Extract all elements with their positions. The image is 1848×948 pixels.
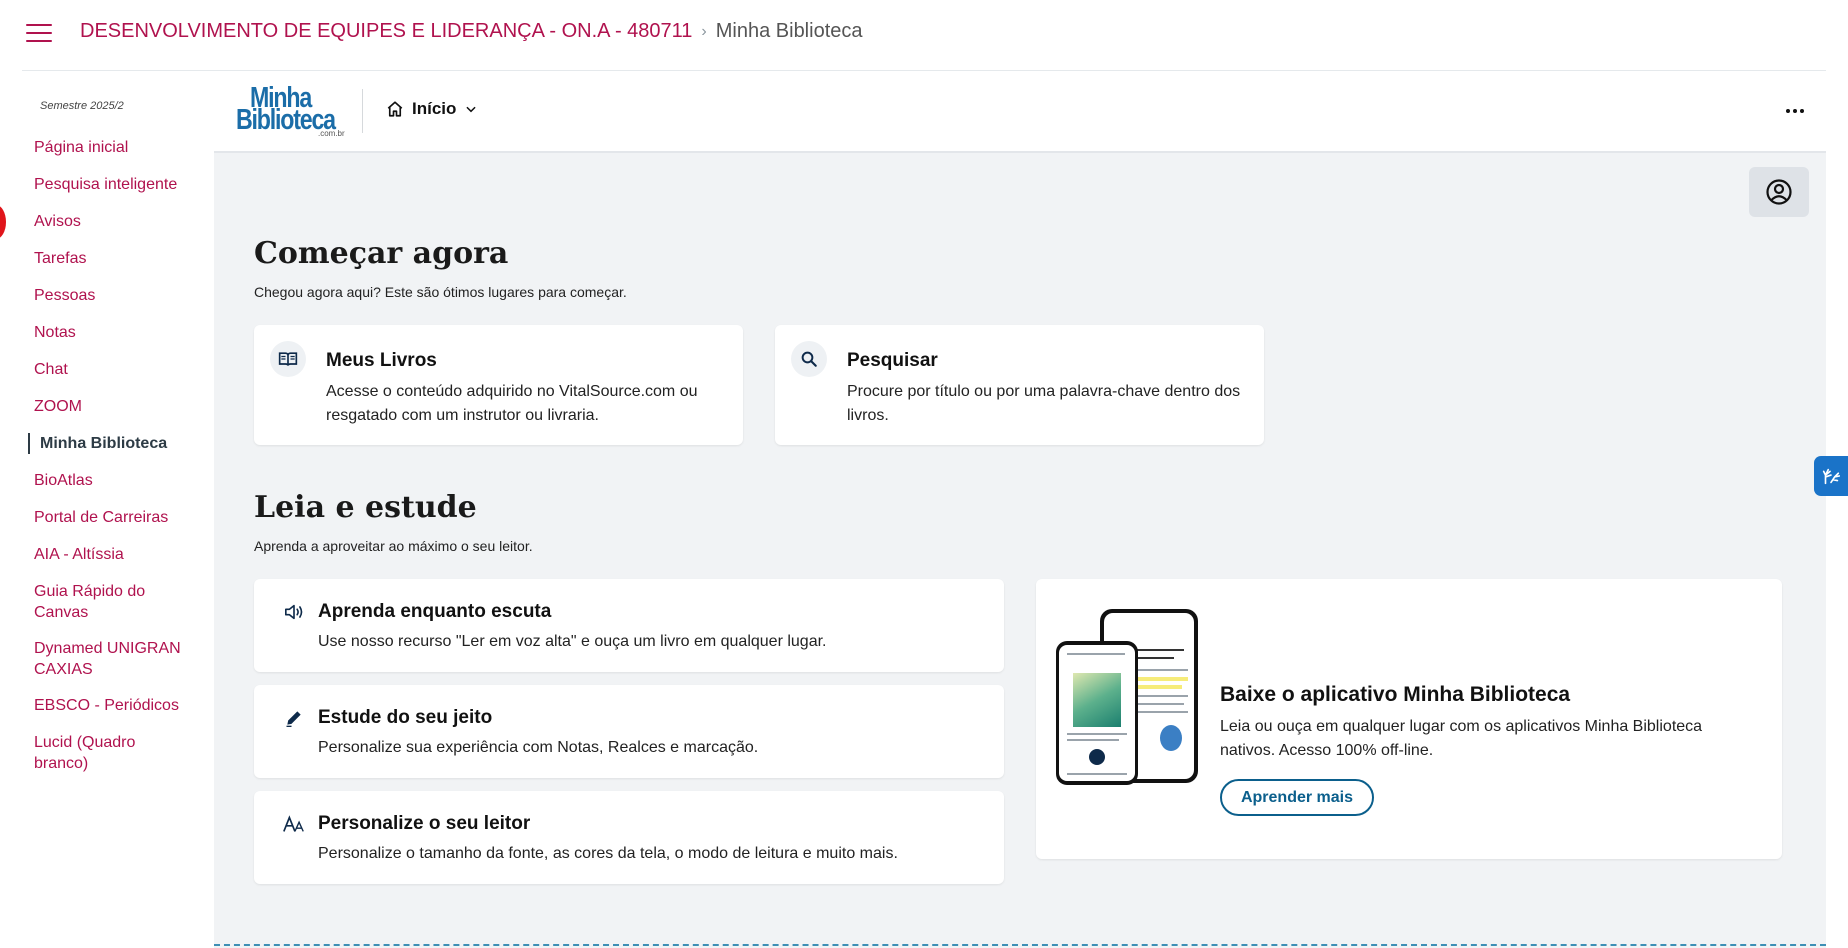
card-pesquisar[interactable]: Pesquisar Procure por título ou por uma …	[775, 325, 1264, 445]
card-title: Pesquisar	[847, 350, 938, 371]
feature-estude-do-seu-jeito[interactable]: Estude do seu jeito Personalize sua expe…	[254, 685, 1004, 778]
start-section-title: Começar agora	[254, 236, 509, 271]
feature-title: Aprenda enquanto escuta	[318, 601, 552, 622]
promo-description: Leia ou ouça em qualquer lugar com os ap…	[1220, 715, 1720, 763]
nav-item-notas[interactable]: Notas	[22, 322, 212, 343]
global-header: DESENVOLVIMENTO DE EQUIPES E LIDERANÇA -…	[0, 0, 1848, 70]
card-description: Procure por título ou por uma palavra-ch…	[847, 380, 1240, 428]
minha-biblioteca-logo[interactable]: Minha Biblioteca .com.br	[236, 83, 346, 141]
pencil-icon	[282, 707, 306, 729]
nav-item-guia-rapido[interactable]: Guia Rápido do Canvas	[22, 581, 154, 623]
feature-title: Estude do seu jeito	[318, 707, 493, 728]
nav-item-avisos[interactable]: Avisos	[22, 211, 212, 232]
nav-item-portal-de-carreiras[interactable]: Portal de Carreiras	[22, 507, 212, 528]
nav-item-bioatlas[interactable]: BioAtlas	[22, 470, 212, 491]
breadcrumb-current: Minha Biblioteca	[715, 20, 863, 42]
course-navigation: Semestre 2025/2 Página inicial Pesquisa …	[22, 71, 212, 948]
nav-item-tarefas[interactable]: Tarefas	[22, 248, 212, 269]
nav-item-aia-altissia[interactable]: AIA - Altíssia	[22, 544, 212, 565]
font-size-icon	[282, 813, 306, 835]
hamburger-menu-icon[interactable]	[26, 24, 52, 44]
feature-aprenda-enquanto-escuta[interactable]: Aprenda enquanto escuta Use nosso recurs…	[254, 579, 1004, 672]
promo-title: Baixe o aplicativo Minha Biblioteca	[1220, 683, 1571, 706]
nav-item-pagina-inicial[interactable]: Página inicial	[22, 137, 212, 158]
nav-item-minha-biblioteca[interactable]: Minha Biblioteca	[28, 433, 212, 454]
card-meus-livros[interactable]: Meus Livros Acesse o conteúdo adquirido …	[254, 325, 743, 445]
feature-description: Personalize o tamanho da fonte, as cores…	[318, 845, 898, 862]
term-label: Semestre 2025/2	[40, 100, 124, 112]
nav-item-lucid[interactable]: Lucid (Quadro branco)	[22, 732, 154, 774]
course-nav-list: Página inicial Pesquisa inteligente Avis…	[22, 137, 212, 789]
app-header: Minha Biblioteca .com.br Início	[214, 71, 1826, 153]
user-circle-icon	[1766, 179, 1792, 205]
more-options-icon[interactable]	[1782, 99, 1808, 123]
header-divider-vertical	[362, 89, 363, 133]
app-download-promo: Baixe o aplicativo Minha Biblioteca Leia…	[1036, 579, 1782, 859]
card-description-line: resgatado com um instrutor ou livraria.	[326, 407, 599, 424]
breadcrumb-separator: ›	[701, 23, 707, 40]
search-icon	[791, 341, 827, 377]
nav-item-dynamed[interactable]: Dynamed UNIGRAN CAXIAS	[22, 638, 184, 680]
home-icon	[387, 101, 403, 117]
read-section-title: Leia e estude	[254, 490, 477, 525]
card-description-line: livros.	[847, 407, 889, 424]
feature-description: Use nosso recurso "Ler em voz alta" e ou…	[318, 633, 827, 650]
notification-indicator	[0, 205, 6, 239]
logo-domain: .com.br	[318, 129, 345, 138]
feature-description: Personalize sua experiência com Notas, R…	[318, 739, 759, 756]
breadcrumb: DESENVOLVIMENTO DE EQUIPES E LIDERANÇA -…	[80, 20, 863, 43]
read-section-subtitle: Aprenda a aproveitar ao máximo o seu lei…	[254, 538, 533, 554]
minha-biblioteca-app: Minha Biblioteca .com.br Início Começar …	[214, 71, 1826, 948]
promo-description-line: nativos. Acesso 100% off-line.	[1220, 742, 1434, 759]
nav-item-pesquisa-inteligente[interactable]: Pesquisa inteligente	[22, 174, 212, 195]
feature-personalize-o-seu-leitor[interactable]: Personalize o seu leitor Personalize o t…	[254, 791, 1004, 884]
breadcrumb-course-link[interactable]: DESENVOLVIMENTO DE EQUIPES E LIDERANÇA -…	[80, 20, 692, 42]
card-title: Meus Livros	[326, 350, 437, 371]
start-section-subtitle: Chegou agora aqui? Este são ótimos lugar…	[254, 284, 627, 300]
nav-item-pessoas[interactable]: Pessoas	[22, 285, 212, 306]
learn-more-button[interactable]: Aprender mais	[1220, 779, 1374, 816]
chevron-down-icon	[466, 106, 477, 113]
speaker-icon	[282, 601, 306, 623]
accessibility-sign-language-icon[interactable]	[1814, 456, 1848, 496]
home-dropdown[interactable]: Início	[386, 99, 478, 119]
card-description-line: Acesse o conteúdo adquirido no VitalSour…	[326, 383, 698, 400]
book-open-icon	[270, 341, 306, 377]
promo-description-line: Leia ou ouça em qualquer lugar com os ap…	[1220, 718, 1703, 735]
nav-item-zoom[interactable]: ZOOM	[22, 396, 212, 417]
nav-item-ebsco[interactable]: EBSCO - Periódicos	[22, 695, 212, 716]
nav-item-chat[interactable]: Chat	[22, 359, 212, 380]
account-button[interactable]	[1749, 167, 1809, 217]
card-description-line: Procure por título ou por uma palavra-ch…	[847, 383, 1241, 400]
scroll-boundary-divider	[214, 944, 1826, 946]
feature-title: Personalize o seu leitor	[318, 813, 531, 834]
home-label: Início	[412, 99, 457, 118]
card-description: Acesse o conteúdo adquirido no VitalSour…	[326, 380, 698, 428]
phone-mockup-front	[1056, 641, 1138, 785]
